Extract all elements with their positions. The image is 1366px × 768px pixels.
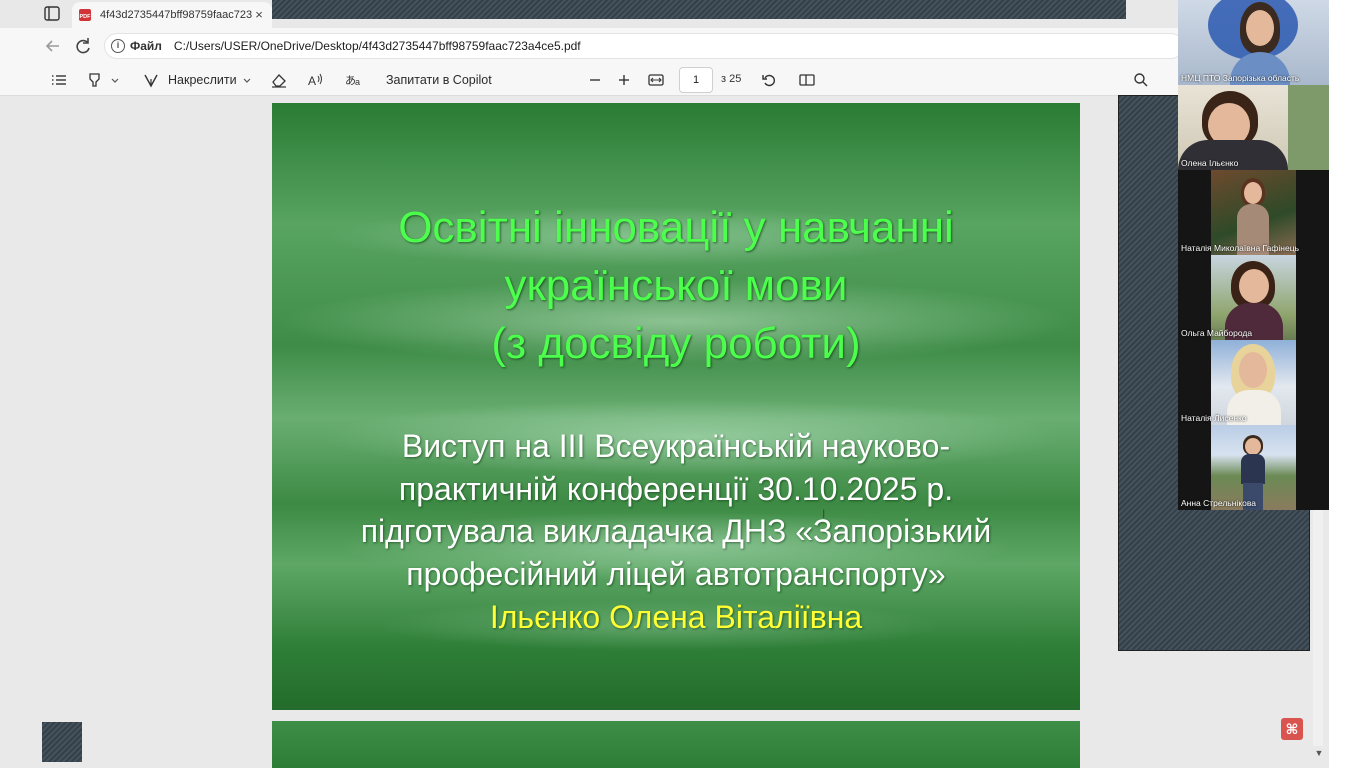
title-line: (з досвіду роботи) bbox=[491, 319, 861, 368]
participant-tile[interactable]: Ольга Майборода bbox=[1178, 255, 1329, 340]
slide-title: Освітні інновації у навчанні української… bbox=[272, 199, 1080, 373]
acrobat-icon[interactable]: ⌘ bbox=[1281, 718, 1303, 740]
participant-tile[interactable]: Анна Стрельнікова bbox=[1178, 425, 1329, 510]
participant-tile[interactable]: НМЦ ПТО Запорізька область bbox=[1178, 0, 1329, 85]
translate-icon[interactable]: あa bbox=[344, 70, 364, 90]
participant-tile[interactable]: Олена Ільєнко bbox=[1178, 85, 1329, 170]
pdf-toolbar: Накреслити A あa Запитати в Copilot 1 з 2… bbox=[0, 64, 1366, 96]
pdf-page-2 bbox=[272, 721, 1080, 768]
contents-icon[interactable] bbox=[50, 70, 68, 90]
participant-name: Наталія Миколаївна Гафінець bbox=[1181, 243, 1299, 253]
body-line: Виступ на ІІІ Всеукраїнській науково- bbox=[401, 428, 951, 464]
fit-width-icon[interactable] bbox=[647, 70, 665, 90]
participant-tile[interactable]: Наталія Миколаївна Гафінець bbox=[1178, 170, 1329, 255]
title-line: Освітні інновації у навчанні bbox=[398, 203, 954, 252]
draw-icon bbox=[142, 71, 160, 89]
zoom-out-icon[interactable] bbox=[587, 70, 603, 90]
refresh-icon[interactable] bbox=[72, 35, 94, 57]
participant-name: Наталія Лисенко bbox=[1181, 413, 1247, 423]
highlight-dropdown-chevron-icon[interactable] bbox=[110, 70, 120, 90]
url-scheme: Файл bbox=[130, 39, 162, 53]
page-view-icon[interactable] bbox=[798, 70, 816, 90]
redacted-thumbnail bbox=[42, 722, 82, 762]
scroll-down-arrow-icon[interactable]: ▼ bbox=[1313, 748, 1325, 762]
svg-text:A: A bbox=[308, 74, 316, 88]
right-gutter bbox=[1329, 0, 1366, 768]
draw-dropdown-chevron-icon[interactable] bbox=[242, 70, 252, 90]
slide-body: Виступ на ІІІ Всеукраїнській науково- пр… bbox=[272, 425, 1080, 595]
back-arrow-icon[interactable] bbox=[42, 35, 64, 57]
participant-name: Анна Стрельнікова bbox=[1181, 498, 1257, 508]
text-cursor-icon: I bbox=[822, 507, 826, 521]
zoom-in-icon[interactable] bbox=[616, 70, 632, 90]
participant-name: НМЦ ПТО Запорізька область bbox=[1181, 73, 1300, 83]
tab-bar: PDF 4f43d2735447bff98759faac723a4ce5.pdf… bbox=[0, 0, 1366, 28]
body-line: професійний ліцей автотранспорту» bbox=[406, 555, 946, 592]
search-icon[interactable] bbox=[1132, 70, 1150, 90]
video-call-panel: НМЦ ПТО Запорізька область Олена Ільєнко… bbox=[1178, 0, 1329, 510]
tab-close-icon[interactable]: × bbox=[252, 8, 266, 22]
browser-tab[interactable]: PDF 4f43d2735447bff98759faac723a4ce5.pdf… bbox=[72, 2, 272, 28]
page-number-input[interactable]: 1 bbox=[679, 67, 713, 93]
participant-name: Ольга Майборода bbox=[1181, 328, 1253, 338]
participant-name: Олена Ільєнко bbox=[1181, 158, 1239, 168]
redacted-region bbox=[272, 0, 1126, 19]
svg-text:PDF: PDF bbox=[80, 14, 92, 20]
body-line: підготувала викладачка ДНЗ «Запорізький bbox=[360, 513, 992, 549]
eraser-icon[interactable] bbox=[270, 70, 288, 90]
page-total: з 25 bbox=[721, 73, 742, 85]
slide-author: Ільєнко Олена Віталіївна bbox=[489, 599, 863, 635]
highlight-icon[interactable] bbox=[86, 70, 104, 90]
ask-copilot-button[interactable]: Запитати в Copilot bbox=[386, 70, 492, 90]
draw-tool[interactable]: Накреслити bbox=[142, 70, 237, 90]
svg-text:a: a bbox=[355, 77, 360, 87]
rotate-icon[interactable] bbox=[760, 70, 778, 90]
tab-title: 4f43d2735447bff98759faac723a4ce5.pdf bbox=[100, 9, 252, 21]
draw-label: Накреслити bbox=[168, 73, 237, 87]
pdf-page-1: Освітні інновації у навчанні української… bbox=[272, 103, 1080, 710]
address-bar: i Файл C:/Users/USER/OneDrive/Desktop/4f… bbox=[0, 28, 1366, 64]
body-line: практичній конференції 30.10.2025 р. bbox=[398, 470, 954, 507]
site-info-icon[interactable]: i bbox=[111, 39, 125, 53]
pdf-file-icon: PDF bbox=[78, 8, 92, 22]
read-aloud-icon[interactable]: A bbox=[306, 70, 324, 90]
participant-tile[interactable]: Наталія Лисенко bbox=[1178, 340, 1329, 425]
title-line: української мови bbox=[504, 261, 848, 310]
tab-actions-icon[interactable] bbox=[40, 4, 64, 24]
url-field[interactable]: i Файл C:/Users/USER/OneDrive/Desktop/4f… bbox=[104, 33, 1184, 59]
url-text: C:/Users/USER/OneDrive/Desktop/4f43d2735… bbox=[173, 39, 581, 53]
